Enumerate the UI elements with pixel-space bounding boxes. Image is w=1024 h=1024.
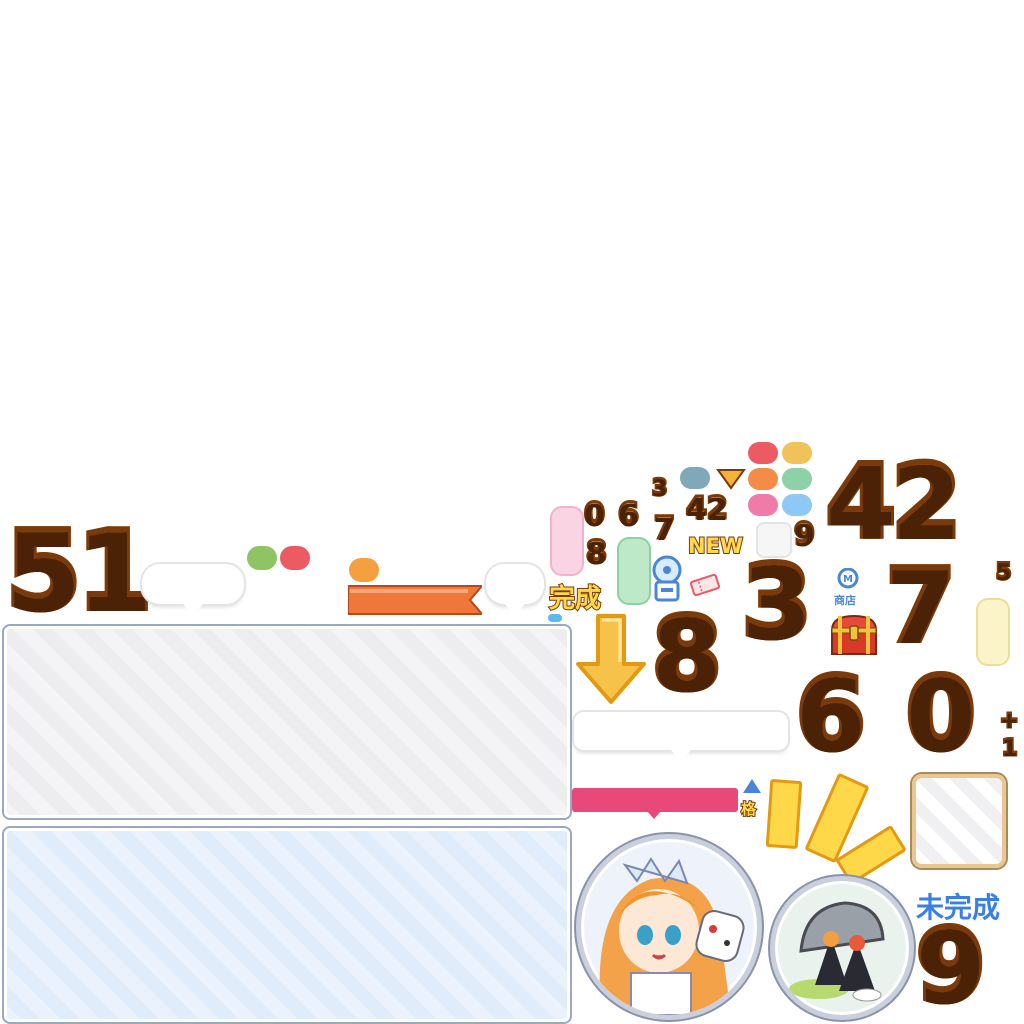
- big-number-9: 9: [913, 907, 989, 1024]
- speech-bubble-small: [142, 564, 244, 616]
- big-number-42: 42: [823, 443, 964, 560]
- rice-ball-illustration: [789, 901, 885, 1002]
- sky-pill: [782, 494, 812, 516]
- big-number-8: 8: [649, 595, 725, 712]
- speech-bubble-tiny: [486, 564, 544, 616]
- big-number-6: 6: [793, 655, 869, 772]
- sand-pill: [782, 442, 812, 464]
- incomplete-label: 未完成: [914, 890, 1001, 926]
- ticket-icon: [690, 574, 720, 596]
- number-51: 51: [3, 509, 155, 634]
- rank-label: 格: [740, 799, 757, 819]
- cream-tall-pill: [976, 598, 1010, 666]
- small-number-42: 42: [685, 491, 730, 526]
- small-number-8: 8: [585, 535, 609, 570]
- plus-sign: +: [998, 708, 1020, 733]
- teal-pill: [680, 467, 710, 489]
- plus-one-digit: 1: [1000, 736, 1018, 761]
- shop-label: 商店: [834, 594, 856, 607]
- big-number-3: 3: [739, 543, 815, 660]
- red-pill: [748, 442, 778, 464]
- peach-pill: [748, 468, 778, 490]
- mint-pill: [782, 468, 812, 490]
- pink-tall-pill: [550, 506, 584, 576]
- svg-text:M: M: [843, 574, 853, 585]
- pink-pill: [748, 494, 778, 516]
- shop-icon: M: [837, 568, 859, 589]
- up-triangle-icon: [743, 779, 761, 793]
- blue-mini-pill: [548, 614, 562, 622]
- down-triangle-icon: [716, 469, 746, 490]
- treasure-chest-icon: [830, 614, 878, 655]
- sparkle-ray-icon: [765, 778, 803, 850]
- red-dot-pill: [280, 546, 310, 570]
- small-number-7: 7: [653, 511, 677, 546]
- small-number-0: 0: [583, 497, 607, 532]
- small-number-3: 3: [650, 476, 668, 501]
- rice-ball-food-portrait: [770, 876, 914, 1020]
- orange-dot-pill: [349, 558, 379, 582]
- princess-character-portrait: [576, 834, 762, 1020]
- gray-content-panel: [2, 624, 572, 820]
- pink-bar-pointer: [646, 810, 662, 819]
- big-number-0: 0: [903, 655, 979, 772]
- pink-label-bar: [572, 788, 738, 812]
- down-arrow-icon: [576, 614, 646, 704]
- speech-bubble-wide: [574, 712, 788, 762]
- blue-content-panel: [2, 826, 572, 1024]
- green-dot-pill: [247, 546, 277, 570]
- framed-item-slot: [912, 774, 1006, 868]
- small-number-6: 6: [617, 497, 641, 532]
- complete-label: 完成: [548, 583, 602, 615]
- small-number-5: 5: [994, 560, 1012, 585]
- mint-tall-pill: [617, 537, 651, 605]
- new-label: NEW: [687, 533, 744, 559]
- princess-character-illustration: [599, 857, 745, 1015]
- big-number-7: 7: [883, 547, 959, 664]
- orange-ribbon-banner: [348, 585, 482, 615]
